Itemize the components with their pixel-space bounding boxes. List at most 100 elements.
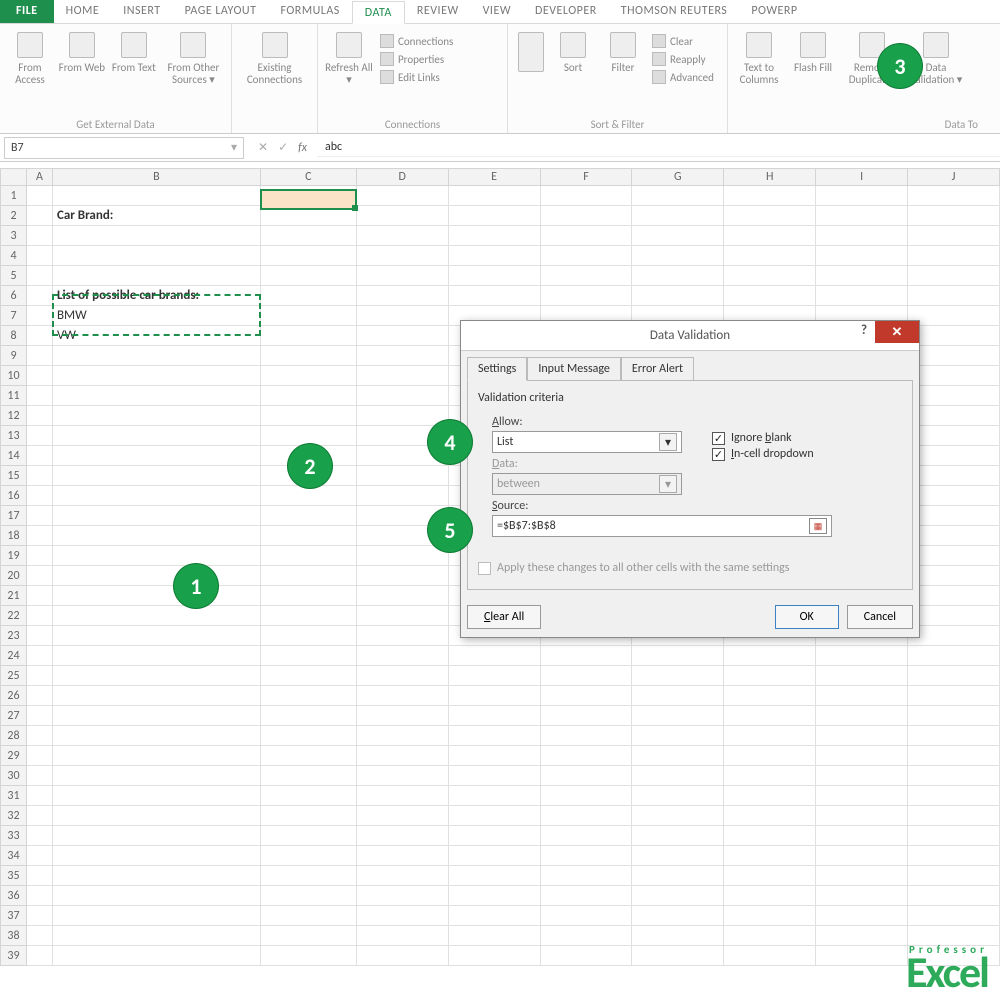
row-header-30[interactable]: 30 [1,766,27,786]
cell-C5[interactable] [260,266,356,286]
cell-G2[interactable] [632,206,724,226]
cell-D12[interactable] [356,406,448,426]
cell-C16[interactable] [260,486,356,506]
cell-E26[interactable] [448,686,540,706]
cell-A15[interactable] [26,466,52,486]
cell-B38[interactable] [52,926,260,946]
cell-D23[interactable] [356,626,448,646]
cell-J14[interactable] [908,446,1000,466]
row-header-37[interactable]: 37 [1,906,27,926]
cell-H3[interactable] [724,226,816,246]
cell-D3[interactable] [356,226,448,246]
tab-error-alert[interactable]: Error Alert [621,357,694,381]
cell-C22[interactable] [260,606,356,626]
col-header-D[interactable]: D [356,169,448,186]
cell-D22[interactable] [356,606,448,626]
cell-C24[interactable] [260,646,356,666]
cell-A26[interactable] [26,686,52,706]
cell-A38[interactable] [26,926,52,946]
cell-C31[interactable] [260,786,356,806]
cell-I1[interactable] [816,186,908,206]
cell-G37[interactable] [632,906,724,926]
properties-button[interactable]: Properties [380,52,444,66]
cell-F6[interactable] [540,286,632,306]
cell-B10[interactable] [52,366,260,386]
cancel-formula-icon[interactable]: ✕ [258,140,268,155]
flash-fill-button[interactable]: Flash Fill [788,28,838,86]
cell-H30[interactable] [724,766,816,786]
cell-B20[interactable] [52,566,260,586]
cell-D24[interactable] [356,646,448,666]
row-header-2[interactable]: 2 [1,206,27,226]
cell-F38[interactable] [540,926,632,946]
cell-A11[interactable] [26,386,52,406]
cell-F28[interactable] [540,726,632,746]
cell-D11[interactable] [356,386,448,406]
row-header-33[interactable]: 33 [1,826,27,846]
advanced-button[interactable]: Advanced [652,70,714,84]
row-header-1[interactable]: 1 [1,186,27,206]
row-header-31[interactable]: 31 [1,786,27,806]
cell-C9[interactable] [260,346,356,366]
cancel-button[interactable]: Cancel [847,605,913,629]
cell-D2[interactable] [356,206,448,226]
cell-A12[interactable] [26,406,52,426]
dialog-title-bar[interactable]: Data Validation ? ✕ [461,321,919,351]
cell-J32[interactable] [908,806,1000,826]
ignore-blank-checkbox[interactable]: ✓Ignore blank [712,431,814,445]
cell-B5[interactable] [52,266,260,286]
cell-G5[interactable] [632,266,724,286]
cell-I29[interactable] [816,746,908,766]
row-header-38[interactable]: 38 [1,926,27,946]
cell-F4[interactable] [540,246,632,266]
row-header-5[interactable]: 5 [1,266,27,286]
cell-A19[interactable] [26,546,52,566]
cell-D1[interactable] [356,186,448,206]
cell-B37[interactable] [52,906,260,926]
cell-H32[interactable] [724,806,816,826]
col-header-C[interactable]: C [260,169,356,186]
connections-button[interactable]: Connections [380,34,453,48]
cell-A14[interactable] [26,446,52,466]
cell-B31[interactable] [52,786,260,806]
cell-A1[interactable] [26,186,52,206]
cell-C23[interactable] [260,626,356,646]
cell-H5[interactable] [724,266,816,286]
cell-H33[interactable] [724,826,816,846]
from-access-button[interactable]: From Access [6,28,54,86]
cell-C30[interactable] [260,766,356,786]
cell-G39[interactable] [632,946,724,966]
cell-F31[interactable] [540,786,632,806]
cell-G30[interactable] [632,766,724,786]
cell-B15[interactable] [52,466,260,486]
cell-H34[interactable] [724,846,816,866]
cell-H27[interactable] [724,706,816,726]
cell-B11[interactable] [52,386,260,406]
cell-B21[interactable] [52,586,260,606]
cell-H24[interactable] [724,646,816,666]
cell-B4[interactable] [52,246,260,266]
cell-B34[interactable] [52,846,260,866]
cell-E33[interactable] [448,826,540,846]
cell-J9[interactable] [908,346,1000,366]
cell-D8[interactable] [356,326,448,346]
cell-E39[interactable] [448,946,540,966]
cell-I31[interactable] [816,786,908,806]
cell-F5[interactable] [540,266,632,286]
cell-I36[interactable] [816,886,908,906]
cell-F33[interactable] [540,826,632,846]
cell-C20[interactable] [260,566,356,586]
cell-E24[interactable] [448,646,540,666]
row-header-23[interactable]: 23 [1,626,27,646]
existing-connections-button[interactable]: Existing Connections [238,28,311,86]
cell-D5[interactable] [356,266,448,286]
cell-I35[interactable] [816,866,908,886]
cell-J3[interactable] [908,226,1000,246]
cell-C26[interactable] [260,686,356,706]
cell-E28[interactable] [448,726,540,746]
tab-insert[interactable]: INSERT [111,0,172,23]
help-icon[interactable]: ? [861,323,867,338]
cell-G6[interactable] [632,286,724,306]
cell-C29[interactable] [260,746,356,766]
col-header-J[interactable]: J [908,169,1000,186]
